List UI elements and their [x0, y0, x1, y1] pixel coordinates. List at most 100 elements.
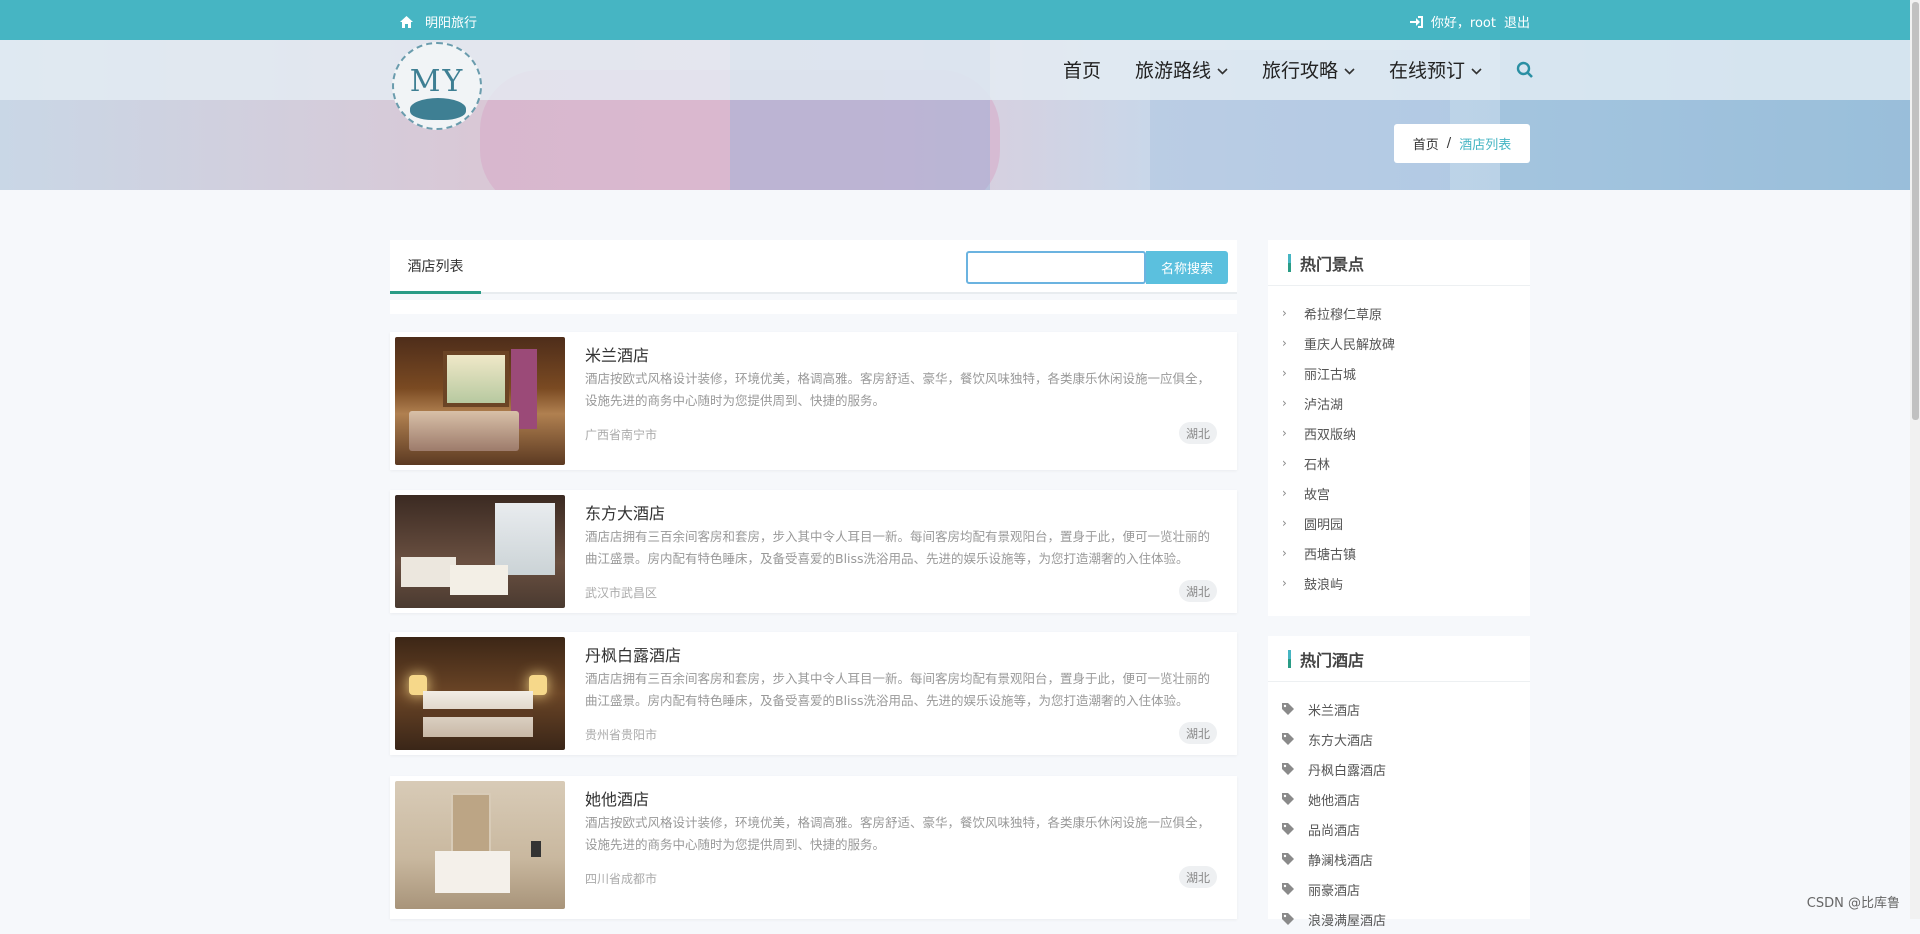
hotel-link[interactable]: 丹枫白露酒店	[1308, 760, 1386, 779]
logout-link[interactable]: 退出	[1504, 12, 1530, 31]
tab-hotel-list[interactable]: 酒店列表	[390, 240, 481, 294]
hotel-region-badge: 湖北	[1179, 722, 1217, 744]
spot-link[interactable]: 希拉穆仁草原	[1304, 304, 1382, 323]
search-button[interactable]: 名称搜索	[1146, 251, 1228, 284]
chevron-down-icon	[1344, 64, 1355, 78]
hotel-address: 四川省成都市	[585, 872, 658, 886]
nav-item-guides[interactable]: 旅行攻略	[1262, 56, 1355, 83]
hot-spots-list: › 希拉穆仁草原 › 重庆人民解放碑 › 丽江古城 › 泸沽湖 › 西双版纳 › 石林 › 故…	[1268, 286, 1530, 598]
spot-link[interactable]: 鼓浪屿	[1304, 574, 1343, 593]
spot-link[interactable]: 丽江古城	[1304, 364, 1356, 383]
hotel-link[interactable]: 品尚酒店	[1308, 820, 1360, 839]
site-brand[interactable]: 明阳旅行	[400, 12, 477, 31]
list-item[interactable]: › 石林	[1268, 448, 1530, 478]
hotel-description: 酒店按欧式风格设计装修，环境优美，格调高雅。客房舒适、豪华，餐饮风味独特，各类康…	[585, 815, 1211, 852]
breadcrumb: 首页 / 酒店列表	[1394, 124, 1530, 163]
chevron-down-icon	[1217, 64, 1228, 78]
list-item[interactable]: › 故宫	[1268, 478, 1530, 508]
list-divider	[390, 300, 1237, 314]
tag-icon	[1282, 793, 1308, 805]
main-nav: 首页 旅游路线 旅行攻略 在线预订	[1063, 56, 1534, 83]
search-icon[interactable]	[1516, 61, 1534, 79]
list-item[interactable]: › 西塘古镇	[1268, 538, 1530, 568]
hotel-address: 贵州省贵阳市	[585, 728, 658, 742]
list-item[interactable]: › 圆明园	[1268, 508, 1530, 538]
tag-icon	[1282, 823, 1308, 835]
hotel-link[interactable]: 浪漫满屋酒店	[1308, 910, 1386, 929]
top-bar: 明阳旅行 你好，root 退出	[0, 0, 1910, 40]
list-item[interactable]: › 西双版纳	[1268, 418, 1530, 448]
tag-icon	[1282, 703, 1308, 715]
nav-item-home[interactable]: 首页	[1063, 56, 1101, 83]
list-item[interactable]: 静澜栈酒店	[1268, 844, 1530, 874]
nav-item-routes[interactable]: 旅游路线	[1135, 56, 1228, 83]
nav-label: 在线预订	[1389, 60, 1466, 82]
list-item[interactable]: 丽豪酒店	[1268, 874, 1530, 904]
hotel-address: 广西省南宁市	[585, 428, 658, 442]
list-item[interactable]: › 丽江古城	[1268, 358, 1530, 388]
hotel-name[interactable]: 东方大酒店	[585, 500, 665, 524]
spot-link[interactable]: 圆明园	[1304, 514, 1343, 533]
hotel-link[interactable]: 东方大酒店	[1308, 730, 1373, 749]
panel-title: 热门景点	[1300, 254, 1365, 274]
list-item[interactable]: › 重庆人民解放碑	[1268, 328, 1530, 358]
hotel-image[interactable]	[395, 495, 565, 608]
hotel-image[interactable]	[395, 337, 565, 465]
hotel-card[interactable]: 她他酒店 酒店按欧式风格设计装修，环境优美，格调高雅。客房舒适、豪华，餐饮风味独…	[390, 776, 1237, 919]
spot-link[interactable]: 故宫	[1304, 484, 1330, 503]
hotel-link[interactable]: 静澜栈酒店	[1308, 850, 1373, 869]
scrollbar-thumb[interactable]	[1912, 2, 1919, 420]
list-item[interactable]: 东方大酒店	[1268, 724, 1530, 754]
hot-hotels-panel: 热门酒店 米兰酒店 东方大酒店 丹枫白露酒店 她他酒店 品尚酒店 静澜栈酒店 丽…	[1268, 636, 1530, 929]
greeting-text[interactable]: 你好，root	[1431, 12, 1496, 31]
nav-background	[0, 40, 1910, 100]
chevron-right-icon: ›	[1282, 396, 1287, 410]
logo-wave	[410, 98, 466, 120]
hotel-name[interactable]: 米兰酒店	[585, 342, 649, 366]
hot-spots-panel: 热门景点 › 希拉穆仁草原 › 重庆人民解放碑 › 丽江古城 › 泸沽湖 › 西双版纳 ›…	[1268, 240, 1530, 616]
breadcrumb-home[interactable]: 首页	[1413, 134, 1439, 153]
list-item[interactable]: › 泸沽湖	[1268, 388, 1530, 418]
hotel-card[interactable]: 东方大酒店 酒店店拥有三百余间客房和套房，步入其中令人耳目一新。每间客房均配有景…	[390, 490, 1237, 613]
list-item[interactable]: › 鼓浪屿	[1268, 568, 1530, 598]
search-input[interactable]	[966, 251, 1146, 284]
list-item[interactable]: › 希拉穆仁草原	[1268, 298, 1530, 328]
hotel-link[interactable]: 她他酒店	[1308, 790, 1360, 809]
list-item[interactable]: 品尚酒店	[1268, 814, 1530, 844]
hotel-card[interactable]: 米兰酒店 酒店按欧式风格设计装修，环境优美，格调高雅。客房舒适、豪华，餐饮风味独…	[390, 332, 1237, 470]
spot-link[interactable]: 西双版纳	[1304, 424, 1356, 443]
spot-link[interactable]: 重庆人民解放碑	[1304, 334, 1395, 353]
nav-label: 旅游路线	[1135, 60, 1212, 82]
spot-link[interactable]: 西塘古镇	[1304, 544, 1356, 563]
hotel-image[interactable]	[395, 637, 565, 750]
nav-label: 旅行攻略	[1262, 60, 1339, 82]
tag-icon	[1282, 853, 1308, 865]
hotel-link[interactable]: 丽豪酒店	[1308, 880, 1360, 899]
hot-hotels-list: 米兰酒店 东方大酒店 丹枫白露酒店 她他酒店 品尚酒店 静澜栈酒店 丽豪酒店 浪…	[1268, 682, 1530, 934]
list-header: 酒店列表 名称搜索	[390, 240, 1237, 294]
list-item[interactable]: 浪漫满屋酒店	[1268, 904, 1530, 934]
list-item[interactable]: 她他酒店	[1268, 784, 1530, 814]
spot-link[interactable]: 泸沽湖	[1304, 394, 1343, 413]
hotel-link[interactable]: 米兰酒店	[1308, 700, 1360, 719]
hotel-card[interactable]: 丹枫白露酒店 酒店店拥有三百余间客房和套房，步入其中令人耳目一新。每间客房均配有…	[390, 632, 1237, 755]
heading-accent	[1288, 650, 1291, 668]
hotel-image[interactable]	[395, 781, 565, 909]
list-item[interactable]: 丹枫白露酒店	[1268, 754, 1530, 784]
chevron-right-icon: ›	[1282, 426, 1287, 440]
site-logo[interactable]: MY	[392, 42, 482, 130]
panel-title: 热门酒店	[1300, 650, 1365, 670]
home-icon	[400, 15, 413, 28]
nav-item-booking[interactable]: 在线预订	[1389, 56, 1482, 83]
chevron-right-icon: ›	[1282, 546, 1287, 560]
watermark-text: CSDN @比库鲁	[1806, 896, 1900, 911]
hotel-name[interactable]: 她他酒店	[585, 786, 649, 810]
list-item[interactable]: 米兰酒店	[1268, 694, 1530, 724]
hotel-description: 酒店店拥有三百余间客房和套房，步入其中令人耳目一新。每间客房均配有景观阳台，置身…	[585, 671, 1211, 708]
tag-icon	[1282, 913, 1308, 925]
breadcrumb-current: 酒店列表	[1459, 138, 1512, 153]
hotel-region-badge: 湖北	[1179, 866, 1217, 888]
spot-link[interactable]: 石林	[1304, 454, 1330, 473]
hotel-name[interactable]: 丹枫白露酒店	[585, 642, 681, 666]
hero-banner	[0, 40, 1910, 190]
